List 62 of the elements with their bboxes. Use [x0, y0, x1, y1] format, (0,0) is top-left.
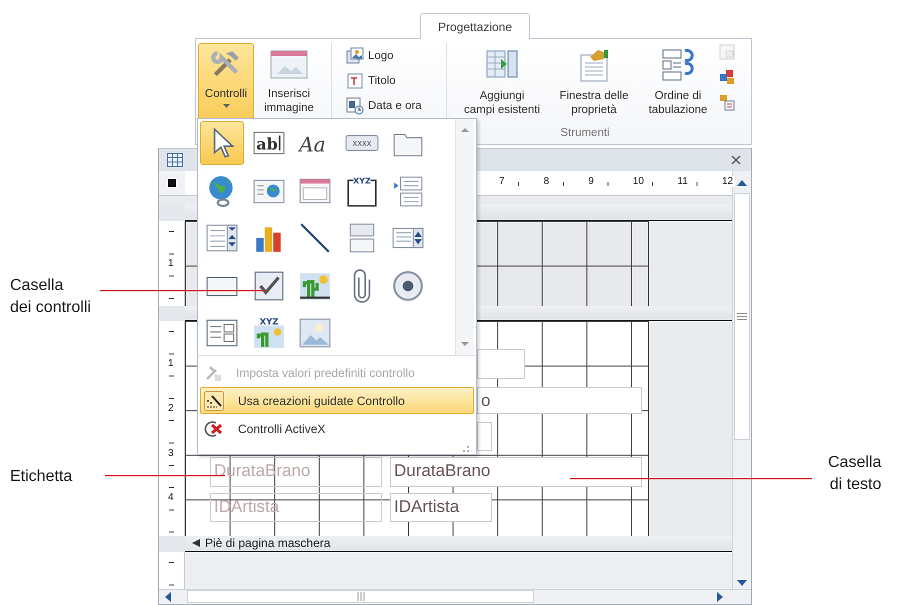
form-icon — [718, 43, 736, 61]
horizontal-scrollbar[interactable] — [159, 588, 751, 604]
callout-label: Casella dei controlli — [10, 276, 91, 318]
ribbon-button[interactable]: Finestra delle proprietà — [551, 43, 637, 125]
ribbon-small-button[interactable]: Data e ora — [346, 95, 438, 117]
textbox-control[interactable] — [477, 422, 492, 451]
activex-icon — [204, 420, 224, 438]
line-tool-icon — [298, 221, 332, 255]
form-selector[interactable] — [168, 178, 176, 187]
vertical-scrollbar[interactable] — [732, 170, 751, 589]
menu-item[interactable]: Controlli ActiveX — [200, 415, 474, 442]
command-label: Controlli — [204, 87, 248, 101]
textbox-control[interactable]: IDArtista — [390, 492, 492, 522]
ribbon-icon-button[interactable] — [717, 93, 737, 113]
ruler-number: 11 — [675, 176, 690, 187]
tools-icon — [204, 364, 222, 382]
radio-tool-icon — [391, 268, 425, 302]
logo-image-icon — [346, 47, 364, 65]
ruler-number: 9 — [586, 176, 596, 187]
convert-icon — [718, 93, 736, 111]
ribbon-button[interactable]: Ordine di tabulazione — [641, 43, 715, 125]
image-tool-icon — [298, 316, 332, 350]
grip-icon — [737, 312, 748, 320]
grip-icon — [356, 592, 364, 602]
command-label: Titolo — [368, 75, 396, 87]
pagebreak-tool-icon — [391, 174, 425, 208]
table-icon — [167, 152, 183, 167]
gallery-scrollbar[interactable] — [455, 119, 474, 355]
resize-grip-icon[interactable] — [462, 445, 470, 453]
section-bar[interactable]: Piè di pagina maschera — [185, 536, 732, 552]
command-label: Finestra delle proprietà — [559, 89, 629, 117]
control-tool-button[interactable] — [200, 121, 244, 165]
magic-wand-icon — [204, 390, 224, 410]
calendar-clock-icon — [346, 97, 364, 115]
scroll-left-icon[interactable] — [163, 590, 173, 603]
command-label: Ordine di tabulazione — [648, 89, 708, 117]
callout-label: Casella di testo — [828, 453, 882, 495]
textbox-control[interactable] — [477, 348, 525, 379]
ruler-number: 12 — [720, 176, 736, 187]
group-label: Strumenti — [560, 127, 610, 139]
callout-label: Etichetta — [10, 467, 72, 487]
menu-item[interactable]: Usa creazioni guidate Controllo — [200, 387, 474, 414]
command-label: Logo — [368, 50, 394, 62]
ruler-number: 8 — [542, 176, 552, 187]
textbox-control[interactable]: DurataBrano — [390, 456, 642, 487]
collapse-arrow-icon — [191, 538, 201, 548]
ruler-number: 7 — [497, 176, 507, 187]
tab-order-icon — [660, 47, 696, 83]
title-icon — [346, 72, 364, 90]
ribbon-small-button[interactable]: Titolo — [346, 70, 438, 92]
command-label: Aggiungi campi esistenti — [464, 89, 540, 117]
scroll-right-icon[interactable] — [715, 590, 725, 603]
ribbon-small-button[interactable]: Logo — [346, 45, 438, 67]
close-icon[interactable] — [731, 154, 741, 165]
ribbon-tab[interactable]: Progettazione — [420, 13, 530, 39]
command-label: Data e ora — [368, 100, 422, 112]
ruler-number: 10 — [630, 176, 646, 187]
vertical-ruler — [159, 552, 185, 589]
command-label: Inserisci immagine — [264, 87, 314, 115]
textbox-control[interactable]: o — [477, 386, 642, 414]
checkbox-tool-icon — [252, 268, 286, 302]
code-icon — [718, 68, 736, 86]
